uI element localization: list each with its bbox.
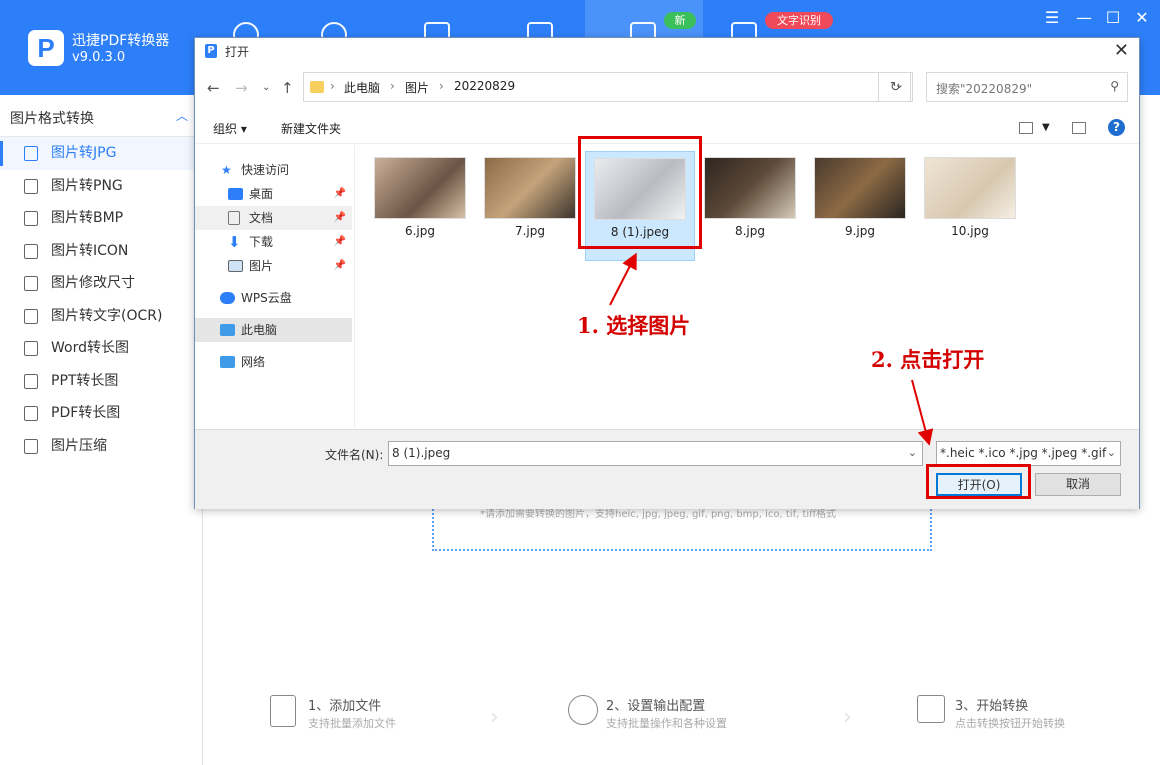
annotation-arrows — [609, 252, 934, 446]
annotation-step2: 2. 点击打开 — [871, 347, 985, 372]
arrow-to-file — [609, 252, 637, 306]
arrow-to-open-button — [911, 379, 934, 446]
annotation-step1: 1. 选择图片 — [577, 313, 691, 338]
